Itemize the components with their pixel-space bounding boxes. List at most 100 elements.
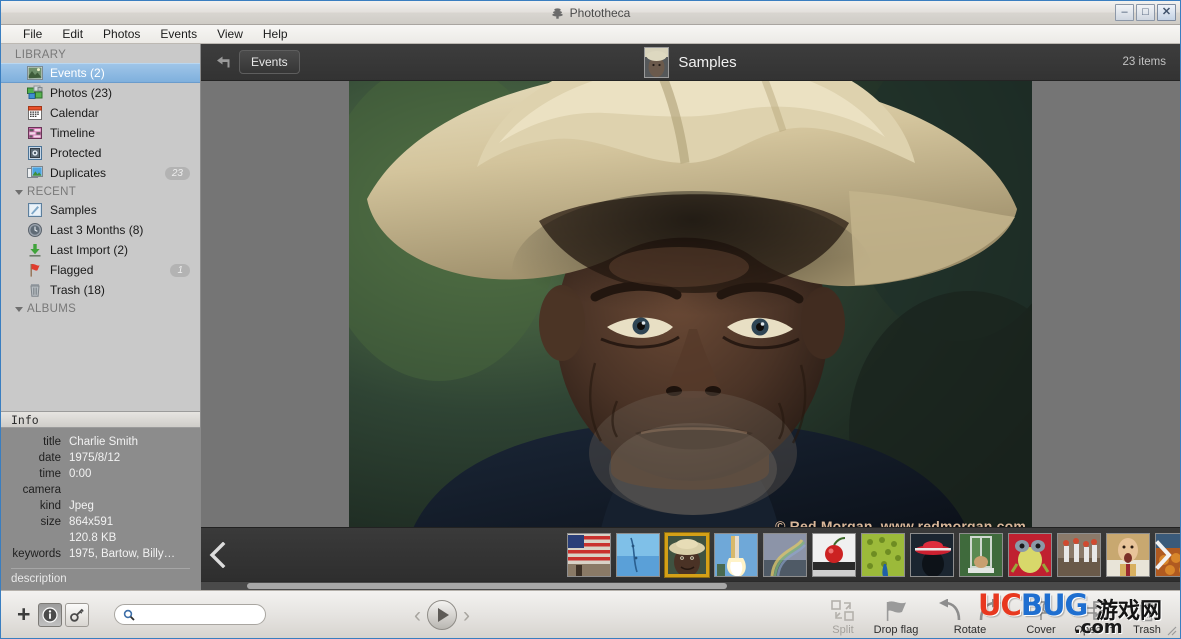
trash-icon: [1140, 602, 1154, 622]
sidebar-item-timeline[interactable]: Timeline: [1, 123, 200, 143]
import-icon: [27, 242, 43, 258]
sidebar-item-last-import[interactable]: Last Import (2): [1, 240, 200, 260]
resize-grip[interactable]: [1164, 623, 1177, 636]
filmstrip-thumb-rocket-launch[interactable]: [714, 532, 758, 577]
flagged-badge: 1: [170, 263, 190, 277]
main-photo[interactable]: © Red Morgan, www.redmorgan.com: [349, 81, 1032, 527]
items-count: 23 items: [1122, 56, 1166, 68]
sidebar-group-recent[interactable]: RECENT: [1, 183, 200, 200]
sidebar-group-library-label: LIBRARY: [15, 49, 67, 61]
filmstrip-scrollbar-thumb[interactable]: [247, 583, 727, 589]
keywords-toggle-button[interactable]: [65, 602, 90, 627]
menu-help[interactable]: Help: [253, 26, 298, 42]
back-to-events-button[interactable]: Events: [239, 50, 300, 74]
info-row-camera: camera: [1, 482, 200, 498]
filmstrip-thumb-rainbow[interactable]: [763, 532, 807, 577]
info-row-date: date 1975/8/12: [1, 450, 200, 466]
main-split: LIBRARY Events (2) Photos (23) Calendar …: [1, 44, 1180, 590]
maximize-button[interactable]: □: [1136, 4, 1155, 21]
close-button[interactable]: ✕: [1157, 4, 1176, 21]
rotate-right-icon: [979, 599, 1001, 621]
chevron-down-icon: [15, 306, 23, 312]
drop-flag-label: Drop flag: [873, 624, 919, 636]
menu-photos[interactable]: Photos: [93, 26, 150, 42]
sidebar-item-last-3-months[interactable]: Last 3 Months (8): [1, 220, 200, 240]
info-key: size: [40, 516, 61, 528]
sidebar-item-events-label: Events (2): [50, 66, 105, 80]
menu-events[interactable]: Events: [150, 26, 207, 42]
cover-label: Cover: [1026, 624, 1056, 636]
info-value: 120.8 KB: [69, 532, 117, 544]
split-icon: [831, 600, 854, 621]
sidebar-item-duplicates[interactable]: Duplicates 23: [1, 163, 200, 183]
menu-view[interactable]: View: [207, 26, 253, 42]
filmstrip-thumb-frog[interactable]: [1008, 532, 1052, 577]
info-key: title: [43, 436, 61, 448]
info-value[interactable]: 0:00: [69, 466, 91, 482]
next-photo-button[interactable]: ›: [463, 605, 470, 626]
filmstrip-thumb-red-hat-silhouette[interactable]: [910, 532, 954, 577]
filmstrip-prev-button[interactable]: [201, 541, 235, 568]
description-field[interactable]: description: [1, 569, 200, 590]
photo-viewer[interactable]: © Red Morgan, www.redmorgan.com: [201, 81, 1180, 527]
desktop-background: Phototheca – □ ✕ File Edit Photos Events…: [0, 0, 1181, 639]
duplicates-badge: 23: [164, 166, 190, 180]
menu-edit[interactable]: Edit: [52, 26, 93, 42]
title-bar[interactable]: Phototheca – □ ✕: [1, 1, 1180, 25]
toolbar-actions: Split Drop flag Rotate Cover Open In Tra…: [818, 591, 1172, 639]
filmstrip-thumb-man-shouting[interactable]: [1106, 532, 1150, 577]
info-key: [1, 530, 69, 546]
timeline-icon: [27, 125, 43, 141]
info-value[interactable]: 1975/8/12: [69, 450, 120, 466]
add-button[interactable]: +: [9, 603, 38, 626]
filmstrip-scrollbar[interactable]: [201, 581, 1180, 590]
sidebar-item-photos[interactable]: Photos (23): [1, 83, 200, 103]
info-row-keywords: keywords 1975, Bartow, Billy…: [1, 546, 200, 562]
filmstrip-thumb-american-flag[interactable]: [567, 532, 611, 577]
info-value[interactable]: 1975, Bartow, Billy…: [69, 546, 175, 562]
window-title-group: Phototheca: [1, 1, 1180, 25]
cover-button[interactable]: Cover: [1016, 593, 1066, 639]
info-value[interactable]: Charlie Smith: [69, 434, 138, 450]
drop-flag-button[interactable]: Drop flag: [868, 593, 924, 639]
sidebar-item-samples-label: Samples: [50, 203, 97, 217]
split-button[interactable]: Split: [818, 593, 868, 639]
sidebar-item-trash[interactable]: Trash (18): [1, 280, 200, 300]
slideshow-play-button[interactable]: [427, 600, 457, 630]
sidebar-item-calendar[interactable]: Calendar: [1, 103, 200, 123]
info-row-filesize: 120.8 KB: [1, 530, 200, 546]
sidebar-item-events[interactable]: Events (2): [1, 63, 200, 83]
minimize-button[interactable]: –: [1115, 4, 1134, 21]
chevron-down-icon: [15, 189, 23, 195]
menu-file[interactable]: File: [13, 26, 52, 42]
filmstrip-thumb-cat-in-window[interactable]: [959, 532, 1003, 577]
filmstrip-thumb-peacock[interactable]: [861, 532, 905, 577]
search-input[interactable]: [140, 608, 258, 621]
sidebar-item-samples[interactable]: Samples: [1, 200, 200, 220]
sidebar-item-flagged[interactable]: Flagged 1: [1, 260, 200, 280]
filmstrip-thumb-cherry[interactable]: [812, 532, 856, 577]
previous-photo-button[interactable]: ‹: [414, 605, 421, 626]
info-key: kind: [39, 500, 61, 512]
search-icon: [123, 609, 136, 621]
event-thumbnail: [644, 47, 670, 78]
filmstrip-next-button[interactable]: [1146, 528, 1180, 581]
info-key: keywords: [12, 548, 61, 560]
filmstrip-track[interactable]: [235, 528, 1180, 581]
sidebar-item-protected[interactable]: Protected: [1, 143, 200, 163]
sidebar-group-albums[interactable]: ALBUMS: [1, 300, 200, 317]
back-arrow-icon[interactable]: [215, 55, 231, 69]
search-field[interactable]: [114, 604, 267, 625]
filmstrip-thumb-runners[interactable]: [1057, 532, 1101, 577]
info-panel-header[interactable]: Info: [1, 411, 200, 428]
key-icon: [70, 608, 85, 622]
info-toggle-button[interactable]: [38, 602, 63, 627]
flag-icon: [886, 601, 906, 621]
rotate-left-icon: [939, 599, 961, 621]
sidebar-item-timeline-label: Timeline: [50, 126, 95, 140]
filmstrip-thumb-charlie-smith-portrait[interactable]: [665, 532, 709, 577]
filmstrip-thumb-blue-water[interactable]: [616, 532, 660, 577]
open-in-button[interactable]: Open In: [1066, 593, 1122, 639]
rotate-buttons[interactable]: Rotate: [924, 593, 1016, 639]
page-title: Samples: [678, 54, 737, 71]
